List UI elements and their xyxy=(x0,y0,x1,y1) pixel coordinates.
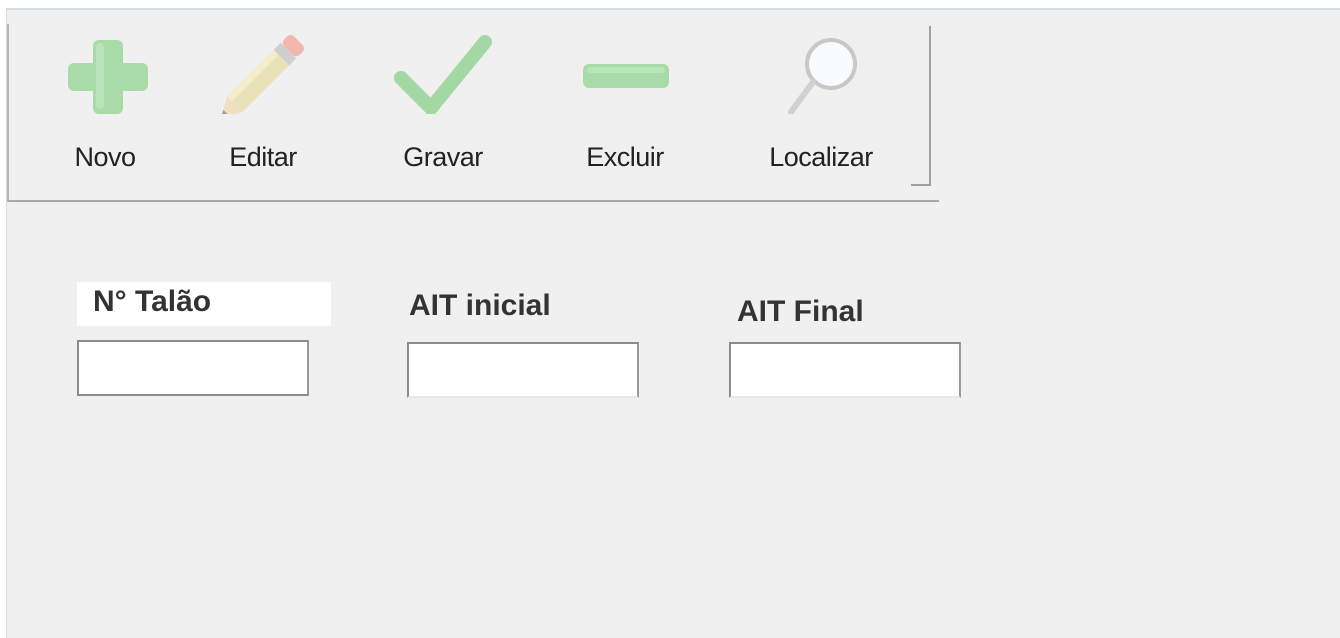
form-window: Novo Editar Gravar Excluir Localizar N° … xyxy=(6,8,1340,638)
novo-button[interactable]: Novo xyxy=(35,24,175,194)
talao-input[interactable] xyxy=(77,340,309,396)
magnifier-icon xyxy=(788,38,857,114)
ait-final-input[interactable] xyxy=(729,342,961,398)
gravar-button[interactable]: Gravar xyxy=(373,24,513,194)
localizar-label: Localizar xyxy=(769,142,873,172)
toolbar: Novo Editar Gravar Excluir Localizar xyxy=(7,24,939,202)
minus-icon xyxy=(583,64,669,88)
pencil-icon xyxy=(220,34,305,114)
checkmark-icon xyxy=(394,35,492,114)
excluir-label: Excluir xyxy=(586,142,664,172)
ait-inicial-input[interactable] xyxy=(407,342,639,398)
plus-icon xyxy=(68,40,148,114)
excluir-button[interactable]: Excluir xyxy=(555,24,695,194)
editar-button[interactable]: Editar xyxy=(193,24,333,194)
ait-inicial-label: AIT inicial xyxy=(409,289,551,322)
talao-label: N° Talão xyxy=(77,282,331,326)
editar-label: Editar xyxy=(229,142,297,172)
ait-final-label: AIT Final xyxy=(737,295,864,328)
localizar-button[interactable]: Localizar xyxy=(751,24,891,194)
novo-label: Novo xyxy=(74,142,136,172)
toolbar-separator xyxy=(911,26,931,186)
gravar-label: Gravar xyxy=(403,142,483,172)
